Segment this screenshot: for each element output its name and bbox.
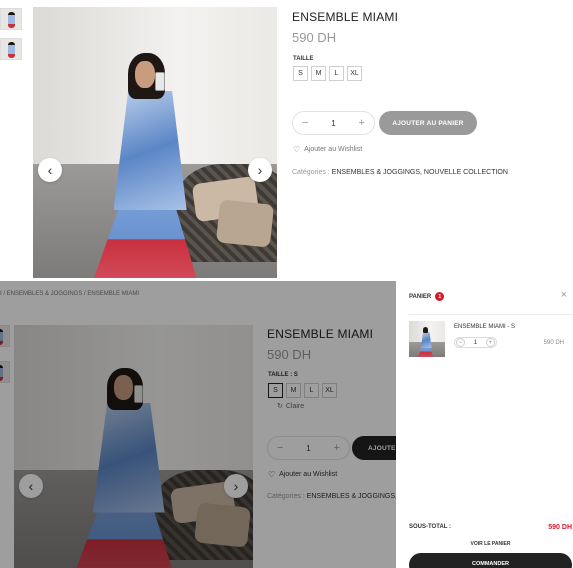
decrease-button[interactable]: − bbox=[456, 338, 465, 347]
heart-icon: ♡ bbox=[293, 145, 301, 154]
cart-item-quantity-stepper[interactable]: − 1 + bbox=[454, 337, 497, 348]
quantity-value: 1 bbox=[331, 118, 336, 128]
subtotal-label: SOUS-TOTAL : bbox=[409, 524, 451, 530]
size-option-xl[interactable]: XL bbox=[347, 66, 362, 81]
wishlist-link[interactable]: ♡ Ajouter au Wishlist bbox=[293, 145, 362, 154]
subtotal-value: 590 DH bbox=[548, 524, 572, 531]
chevron-right-icon: › bbox=[257, 162, 263, 178]
cart-item-qty: 1 bbox=[473, 339, 478, 346]
size-option-s[interactable]: S bbox=[293, 66, 308, 81]
next-image-button[interactable]: › bbox=[248, 158, 272, 182]
chevron-left-icon: ‹ bbox=[47, 162, 53, 178]
page-overlay[interactable] bbox=[0, 281, 396, 568]
size-option-l[interactable]: L bbox=[329, 66, 344, 81]
decrease-button[interactable]: − bbox=[302, 117, 308, 129]
cart-item-image[interactable] bbox=[409, 321, 445, 357]
cart-drawer: PANIER 1 × ENSEMBLE MIAMI - S − 1 + 590 … bbox=[396, 281, 573, 568]
product-price: 590 DH bbox=[292, 30, 337, 45]
prev-image-button[interactable]: ‹ bbox=[38, 158, 62, 182]
cart-count-badge: 1 bbox=[435, 292, 445, 301]
product-image bbox=[33, 7, 277, 278]
divider bbox=[409, 314, 573, 315]
increase-button[interactable]: + bbox=[486, 338, 495, 347]
categories-label: Catégories : bbox=[292, 169, 330, 176]
close-drawer-button[interactable]: × bbox=[561, 289, 567, 301]
categories-links[interactable]: ENSEMBLES & JOGGINGS, NOUVELLE COLLECTIO… bbox=[332, 169, 508, 176]
checkout-button[interactable]: COMMANDER bbox=[409, 553, 572, 568]
cart-header: PANIER 1 bbox=[409, 292, 445, 301]
add-to-cart-button[interactable]: AJOUTER AU PANIER bbox=[379, 111, 477, 135]
lower-page: I / ENSEMBLES & JOGGINGS / ENSEMBLE MIAM… bbox=[0, 281, 573, 568]
quantity-stepper[interactable]: − 1 + bbox=[292, 111, 375, 135]
increase-button[interactable]: + bbox=[359, 117, 365, 129]
cart-item-name[interactable]: ENSEMBLE MIAMI - S bbox=[454, 324, 515, 330]
view-cart-link[interactable]: VOIR LE PANIER bbox=[409, 541, 572, 547]
product-title: ENSEMBLE MIAMI bbox=[292, 10, 399, 24]
thumbnail-1[interactable] bbox=[0, 8, 22, 30]
size-option-m[interactable]: M bbox=[311, 66, 326, 81]
categories: Catégories : ENSEMBLES & JOGGINGS, NOUVE… bbox=[292, 169, 508, 176]
cart-title: PANIER bbox=[409, 293, 432, 300]
cart-item-price: 590 DH bbox=[543, 340, 564, 346]
close-icon: × bbox=[560, 289, 567, 301]
wishlist-label: Ajouter au Wishlist bbox=[304, 146, 363, 153]
size-label: TAILLE bbox=[293, 56, 314, 62]
thumbnail-2[interactable] bbox=[0, 38, 22, 60]
size-options: S M L XL bbox=[293, 66, 362, 81]
